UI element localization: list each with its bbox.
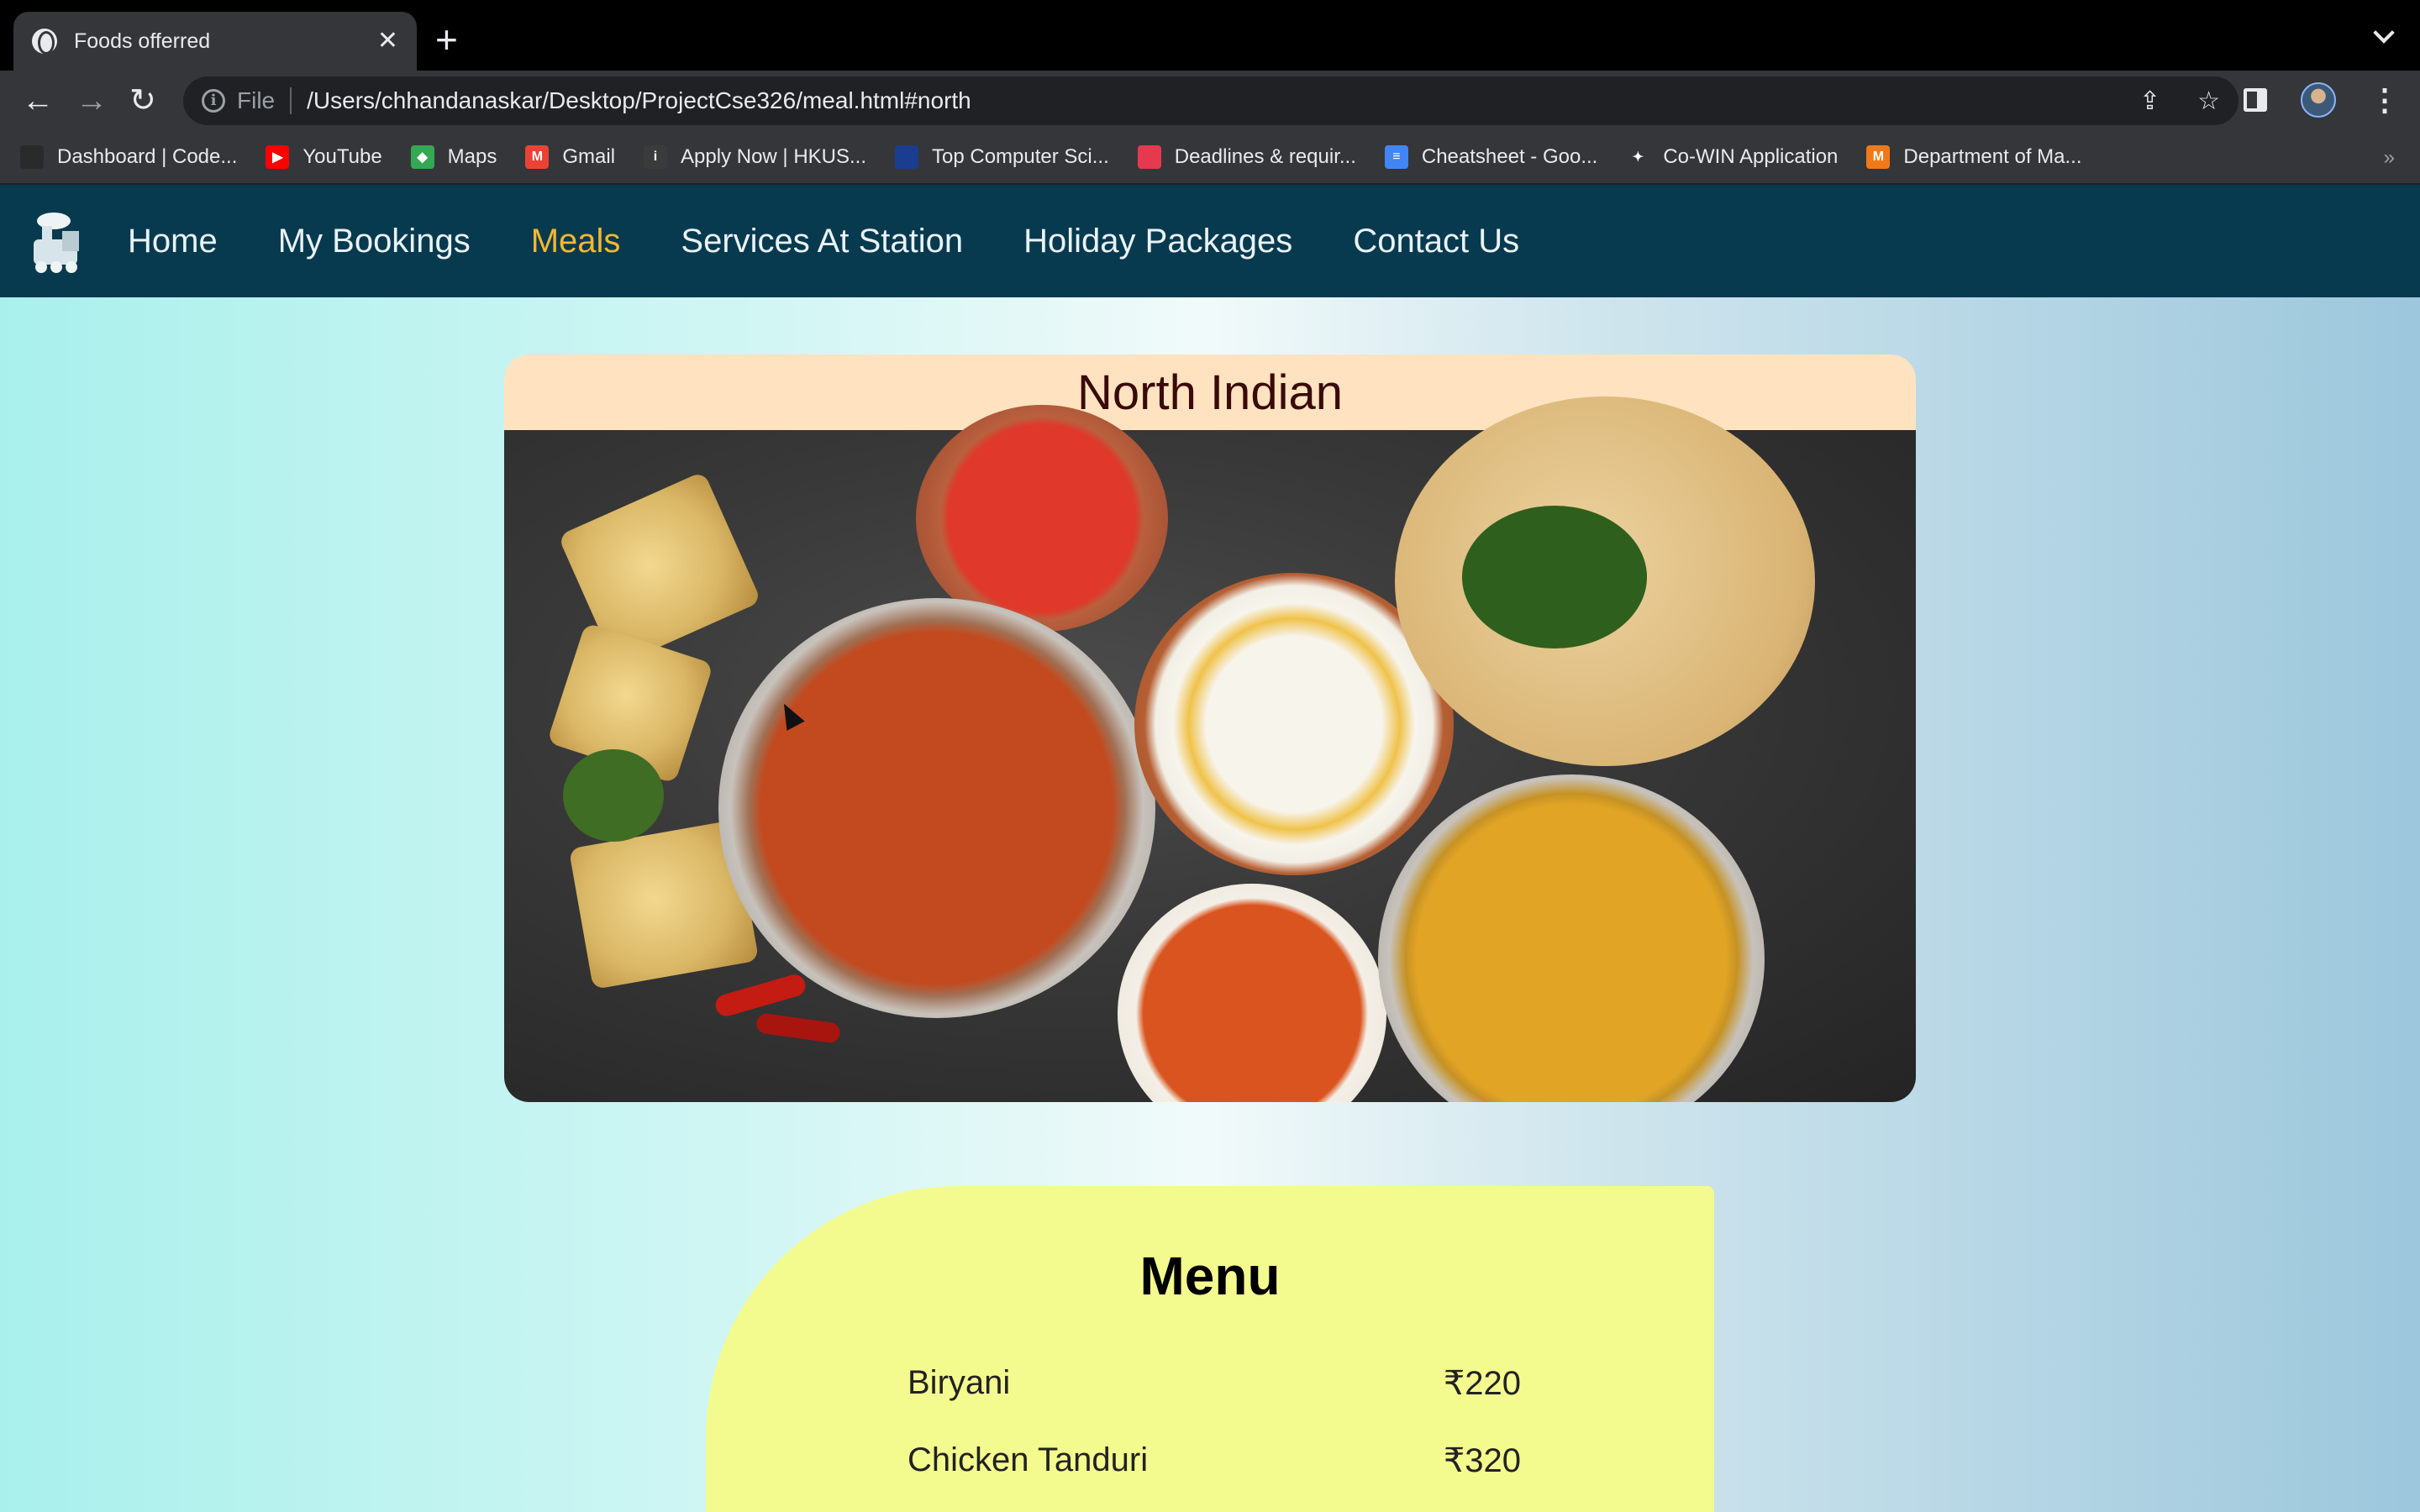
bookmark-item[interactable]: ▶ YouTube bbox=[266, 145, 382, 169]
url-text[interactable]: /Users/chhandanaskar/Desktop/ProjectCse3… bbox=[307, 87, 971, 114]
logo-wheel bbox=[66, 261, 77, 273]
bookmark-item[interactable]: Top Computer Sci... bbox=[895, 145, 1109, 169]
nav-link-my-bookings[interactable]: My Bookings bbox=[278, 223, 471, 260]
logo-cab bbox=[62, 231, 79, 251]
bookmark-label: YouTube bbox=[302, 145, 382, 168]
browser-tab-strip: Foods offerred ✕ + bbox=[0, 0, 2420, 71]
bookmark-label: Co-WIN Application bbox=[1663, 145, 1839, 168]
share-icon[interactable]: ⇪ bbox=[2139, 87, 2160, 116]
red-chili bbox=[713, 972, 808, 1019]
bookmark-item[interactable]: ◆ Maps bbox=[410, 145, 497, 169]
bookmark-label: Deadlines & requir... bbox=[1174, 145, 1356, 168]
bookmark-label: Cheatsheet - Goo... bbox=[1421, 145, 1598, 168]
close-tab-icon[interactable]: ✕ bbox=[377, 29, 398, 54]
nav-link-holiday-packages[interactable]: Holiday Packages bbox=[1023, 223, 1292, 260]
maps-icon: ◆ bbox=[410, 145, 434, 169]
tab-search-chevron-icon[interactable] bbox=[2373, 22, 2395, 44]
menu-title: Menu bbox=[1139, 1246, 1281, 1306]
nav-link-home[interactable]: Home bbox=[128, 223, 218, 260]
north-indian-food-image bbox=[504, 396, 1916, 1102]
menu-item-price: ₹320 bbox=[1443, 1442, 1521, 1479]
site-navbar: Home My Bookings Meals Services At Stati… bbox=[0, 185, 2420, 297]
page-viewport: Home My Bookings Meals Services At Stati… bbox=[0, 185, 2420, 1512]
bookmark-label: Gmail bbox=[562, 145, 616, 168]
university-favicon-icon bbox=[1137, 145, 1161, 169]
bookmark-favicon-icon bbox=[20, 145, 44, 169]
curry-bowl bbox=[1118, 884, 1386, 1102]
bookmark-item[interactable]: ✦ Co-WIN Application bbox=[1626, 145, 1838, 169]
herb-garnish bbox=[563, 749, 664, 842]
bookmark-item[interactable]: ≡ Cheatsheet - Goo... bbox=[1384, 145, 1598, 169]
bookmark-label: Apply Now | HKUS... bbox=[681, 145, 866, 168]
nav-link-contact-us[interactable]: Contact Us bbox=[1353, 223, 1519, 260]
chicken-curry-pan bbox=[718, 598, 1155, 1018]
bookmark-item[interactable]: Deadlines & requir... bbox=[1137, 145, 1356, 169]
bookmark-label: Top Computer Sci... bbox=[932, 145, 1109, 168]
profile-avatar[interactable] bbox=[2301, 82, 2336, 118]
tomato-bowl bbox=[916, 405, 1168, 632]
menu-item-name: Biryani bbox=[908, 1364, 1011, 1401]
bookmark-item[interactable]: Dashboard | Code... bbox=[20, 145, 237, 169]
menu-kebab-icon[interactable]: ⋮ bbox=[2370, 85, 2400, 115]
department-favicon-icon: M bbox=[1866, 145, 1891, 169]
site-info-icon[interactable]: i bbox=[202, 89, 225, 113]
reload-icon[interactable]: ↻ bbox=[129, 84, 156, 118]
menu-card: Menu Biryani ₹220 Chicken Tanduri ₹320 bbox=[706, 1186, 1714, 1512]
dal-pan bbox=[1378, 774, 1765, 1102]
north-indian-section: North Indian bbox=[504, 354, 1916, 1102]
omnibox-divider bbox=[290, 87, 292, 114]
address-bar[interactable]: i File /Users/chhandanaskar/Desktop/Proj… bbox=[183, 76, 2238, 125]
nav-link-services-at-station[interactable]: Services At Station bbox=[681, 223, 963, 260]
browser-tab[interactable]: Foods offerred ✕ bbox=[13, 12, 417, 71]
bookmark-label: Department of Ma... bbox=[1903, 145, 2082, 168]
gmail-icon: M bbox=[525, 145, 550, 169]
youtube-icon: ▶ bbox=[266, 145, 290, 169]
menu-item: Chicken Tanduri ₹320 bbox=[908, 1441, 1521, 1480]
logo-wheel bbox=[50, 261, 62, 273]
bookmark-label: Dashboard | Code... bbox=[57, 145, 238, 168]
browser-toolbar: ← → ↻ i File /Users/chhandanaskar/Deskto… bbox=[0, 71, 2420, 131]
logo-wheel bbox=[35, 261, 47, 273]
red-chili bbox=[755, 1012, 842, 1044]
url-scheme-label: File bbox=[237, 87, 276, 113]
nav-link-meals[interactable]: Meals bbox=[531, 223, 621, 260]
bookmark-star-icon[interactable]: ☆ bbox=[2197, 87, 2220, 116]
new-tab-button[interactable]: + bbox=[435, 18, 458, 60]
menu-item-price: ₹220 bbox=[1443, 1365, 1521, 1402]
bookmark-label: Maps bbox=[447, 145, 497, 168]
info-favicon-icon: i bbox=[644, 145, 668, 169]
menu-item: Biryani ₹220 bbox=[908, 1364, 1521, 1403]
bookmark-item[interactable]: M Department of Ma... bbox=[1866, 145, 2082, 169]
tab-title: Foods offerred bbox=[74, 29, 211, 53]
bookmark-item[interactable]: M Gmail bbox=[525, 145, 615, 169]
train-logo-icon[interactable] bbox=[25, 209, 86, 273]
more-bookmarks-chevron-icon[interactable]: » bbox=[2384, 146, 2395, 170]
back-arrow-icon[interactable]: ← bbox=[22, 84, 54, 118]
google-docs-icon: ≡ bbox=[1384, 145, 1408, 169]
forward-arrow-icon[interactable]: → bbox=[76, 84, 108, 118]
bookmarks-bar: Dashboard | Code... ▶ YouTube ◆ Maps M G… bbox=[0, 131, 2420, 185]
usnews-favicon-icon bbox=[895, 145, 918, 169]
bookmark-item[interactable]: i Apply Now | HKUS... bbox=[644, 145, 866, 169]
sparkle-icon: ✦ bbox=[1626, 145, 1650, 169]
side-panel-icon[interactable] bbox=[2244, 88, 2267, 112]
parsley-garnish bbox=[1462, 506, 1647, 648]
menu-item-name: Chicken Tanduri bbox=[908, 1441, 1149, 1478]
globe-icon bbox=[32, 29, 57, 55]
